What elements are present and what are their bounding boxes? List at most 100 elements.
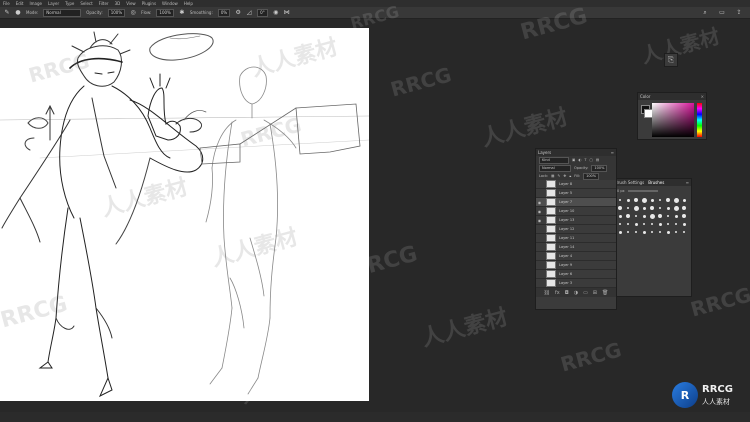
brush-preset[interactable] <box>625 197 631 203</box>
brush-preset[interactable] <box>673 213 679 219</box>
brush-preset[interactable] <box>641 213 647 219</box>
tab-brush-settings[interactable]: Brush Settings <box>615 179 644 186</box>
layer-row[interactable]: Layer 9 <box>536 261 616 270</box>
add-mask-icon[interactable]: ◘ <box>565 290 569 296</box>
filter-smart-icon[interactable]: ▤ <box>596 158 599 162</box>
brush-preset[interactable] <box>665 197 671 203</box>
layer-row[interactable]: ◉ Layer 10 <box>536 207 616 216</box>
panel-menu-icon[interactable]: ≡ <box>686 179 689 186</box>
new-layer-icon[interactable]: ⊞ <box>593 290 597 296</box>
layer-opacity-field[interactable]: 100% <box>591 164 608 172</box>
brush-preset[interactable] <box>633 229 639 235</box>
search-icon[interactable]: ⌕ <box>702 9 708 16</box>
brush-preset[interactable] <box>617 205 623 211</box>
menu-item-edit[interactable]: Edit <box>16 0 24 7</box>
filter-adjust-icon[interactable]: ◐ <box>578 158 581 162</box>
brush-preset[interactable] <box>657 213 663 219</box>
collapsed-panel[interactable]: ⎘ <box>664 53 678 67</box>
fx-icon[interactable]: fx <box>555 290 560 296</box>
brush-preset[interactable] <box>665 229 671 235</box>
brush-preset[interactable] <box>681 221 687 227</box>
brush-preset[interactable] <box>657 197 663 203</box>
brush-size-slider[interactable] <box>627 189 658 192</box>
lock-all-icon[interactable]: 🔒︎ <box>569 174 571 178</box>
brush-preset[interactable] <box>665 221 671 227</box>
layer-row[interactable]: Layer 4 <box>536 252 616 261</box>
history-icon[interactable]: ⎘ <box>665 54 677 66</box>
blend-mode-select[interactable]: Normal <box>539 164 571 172</box>
brush-preset[interactable] <box>649 205 655 211</box>
brush-preset-icon[interactable]: ● <box>15 9 21 16</box>
brush-preset[interactable] <box>625 221 631 227</box>
symmetry-icon[interactable]: ⋈ <box>284 9 290 16</box>
brush-preset[interactable] <box>617 197 623 203</box>
brush-preset[interactable] <box>681 197 687 203</box>
brush-preset[interactable] <box>673 205 679 211</box>
brush-preset[interactable] <box>641 197 647 203</box>
menu-item-select[interactable]: Select <box>80 0 92 7</box>
share-icon[interactable]: ⇪ <box>736 9 742 16</box>
brush-preset[interactable] <box>641 205 647 211</box>
document-canvas[interactable] <box>0 28 369 401</box>
brush-preset[interactable] <box>641 221 647 227</box>
layer-row[interactable]: Layer 12 <box>536 225 616 234</box>
new-group-icon[interactable]: ▭ <box>583 290 588 296</box>
link-layers-icon[interactable]: ⛓ <box>544 290 550 296</box>
adjustment-layer-icon[interactable]: ◑ <box>574 290 578 296</box>
brush-preset[interactable] <box>625 229 631 235</box>
menu-item-image[interactable]: Image <box>29 0 42 7</box>
layer-row[interactable]: ◉ Layer 13 <box>536 216 616 225</box>
layer-row[interactable]: Layer 11 <box>536 234 616 243</box>
brush-preset[interactable] <box>657 205 663 211</box>
mode-select[interactable]: Normal <box>43 8 82 17</box>
color-picker-field[interactable] <box>652 103 694 137</box>
brush-preset[interactable] <box>681 205 687 211</box>
brush-preset[interactable] <box>673 229 679 235</box>
brush-preset[interactable] <box>617 221 623 227</box>
airbrush-icon[interactable]: ✱ <box>179 9 185 16</box>
brush-preset[interactable] <box>665 205 671 211</box>
brush-preset[interactable] <box>681 213 687 219</box>
layer-row[interactable]: Layer 3 <box>536 279 616 288</box>
menu-item-window[interactable]: Window <box>162 0 178 7</box>
angle-field[interactable]: 0° <box>257 8 268 17</box>
brush-preset[interactable] <box>633 221 639 227</box>
brush-preset[interactable] <box>673 221 679 227</box>
brush-preset[interactable] <box>649 213 655 219</box>
layer-kind-filter[interactable]: Kind <box>539 156 569 164</box>
tab-brushes[interactable]: Brushes <box>648 179 664 186</box>
lock-image-icon[interactable]: ✎ <box>557 174 560 178</box>
eye-icon[interactable]: ◉ <box>536 200 543 205</box>
flow-field[interactable]: 100% <box>156 8 174 17</box>
brush-preset[interactable] <box>681 229 687 235</box>
hue-slider[interactable] <box>697 103 702 137</box>
menu-item-type[interactable]: Type <box>65 0 74 7</box>
layer-row[interactable]: Layer 14 <box>536 243 616 252</box>
pressure-opacity-icon[interactable]: ◎ <box>130 9 136 16</box>
filter-pixel-icon[interactable]: ▣ <box>572 158 575 162</box>
layer-row[interactable]: Layer 6 <box>536 270 616 279</box>
brush-preset[interactable] <box>633 205 639 211</box>
filter-type-icon[interactable]: T <box>584 158 586 162</box>
brush-preset[interactable] <box>673 197 679 203</box>
brush-preset[interactable] <box>625 205 631 211</box>
layer-row[interactable]: Layer 5 <box>536 189 616 198</box>
gear-icon[interactable]: ⚙ <box>235 9 241 16</box>
menu-item-view[interactable]: View <box>126 0 136 7</box>
delete-layer-icon[interactable]: 🗑︎ <box>602 290 608 296</box>
layer-row[interactable]: Layer 8 <box>536 180 616 189</box>
brush-preset[interactable] <box>649 197 655 203</box>
menu-item-filter[interactable]: Filter <box>99 0 109 7</box>
brush-preset[interactable] <box>665 213 671 219</box>
menu-item-3d[interactable]: 3D <box>115 0 121 7</box>
brush-preset[interactable] <box>641 229 647 235</box>
eye-icon[interactable]: ◉ <box>536 218 543 223</box>
opacity-field[interactable]: 100% <box>107 8 126 17</box>
filter-shape-icon[interactable]: ▢ <box>590 158 593 162</box>
menu-item-file[interactable]: File <box>3 0 10 7</box>
menu-item-layer[interactable]: Layer <box>48 0 59 7</box>
layer-fill-field[interactable]: 100% <box>583 172 600 180</box>
brush-tool-icon[interactable]: ✎ <box>4 9 10 16</box>
brush-preset[interactable] <box>657 221 663 227</box>
lock-position-icon[interactable]: ✥ <box>563 174 566 178</box>
